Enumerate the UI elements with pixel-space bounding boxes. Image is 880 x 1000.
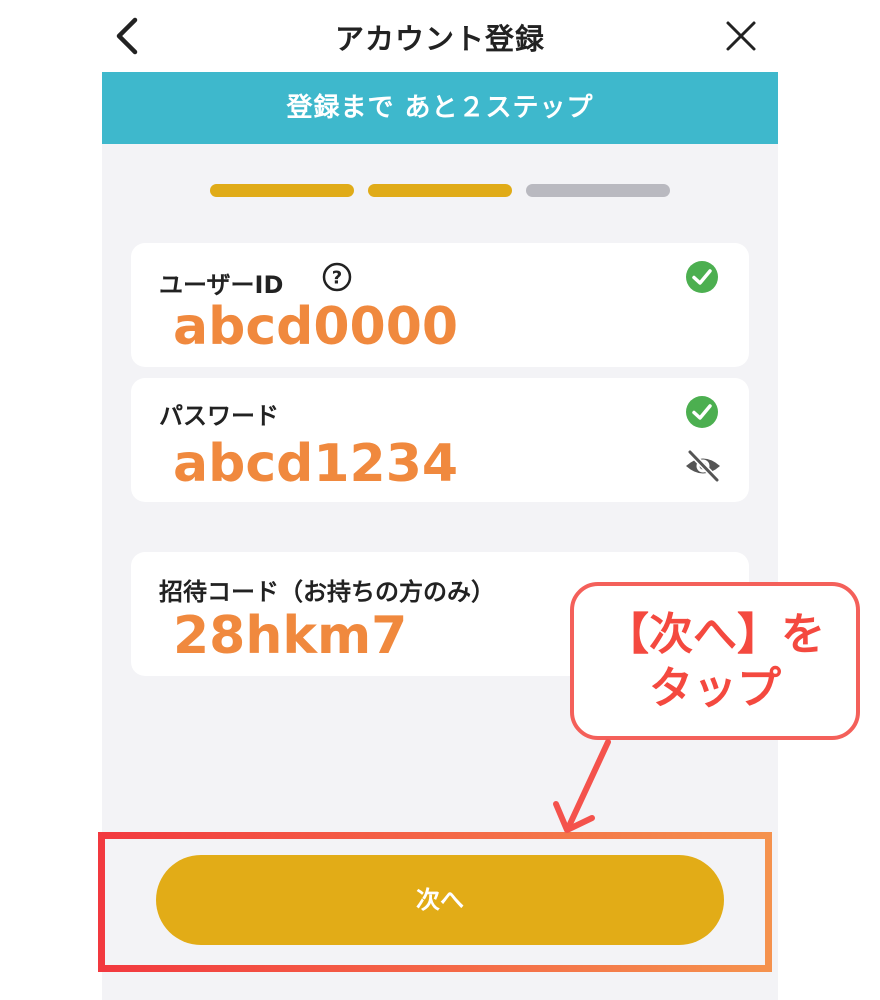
eye-off-icon[interactable] [683, 448, 723, 484]
password-value: abcd1234 [173, 434, 459, 494]
valid-check-icon [686, 396, 718, 428]
password-label: パスワード [159, 402, 279, 430]
next-button[interactable]: 次へ [156, 855, 724, 945]
progress-step-1 [210, 184, 354, 197]
password-field[interactable]: パスワード abcd1234 [131, 378, 749, 502]
progress-step-2 [368, 184, 512, 197]
user-id-field[interactable]: ユーザーID ? abcd0000 [131, 243, 749, 367]
steps-remaining-banner: 登録まで あと２ステップ [102, 72, 778, 144]
svg-text:?: ? [332, 268, 342, 289]
help-icon[interactable]: ? [321, 261, 353, 293]
valid-check-icon [686, 261, 718, 293]
user-id-label: ユーザーID [159, 271, 284, 299]
header-bar: アカウント登録 [0, 0, 880, 72]
tap-next-callout: 【次へ】を タップ [570, 582, 860, 740]
close-button[interactable] [720, 14, 760, 58]
pointer-arrow-icon [553, 739, 611, 833]
invite-code-label: 招待コード（お持ちの方のみ） [159, 578, 495, 606]
callout-line-2: タップ [649, 663, 781, 714]
callout-line-1: 【次へ】を [605, 609, 825, 660]
close-icon [726, 21, 756, 51]
invite-code-value: 28hkm7 [173, 606, 408, 666]
user-id-value: abcd0000 [173, 297, 459, 357]
progress-step-3 [526, 184, 670, 197]
